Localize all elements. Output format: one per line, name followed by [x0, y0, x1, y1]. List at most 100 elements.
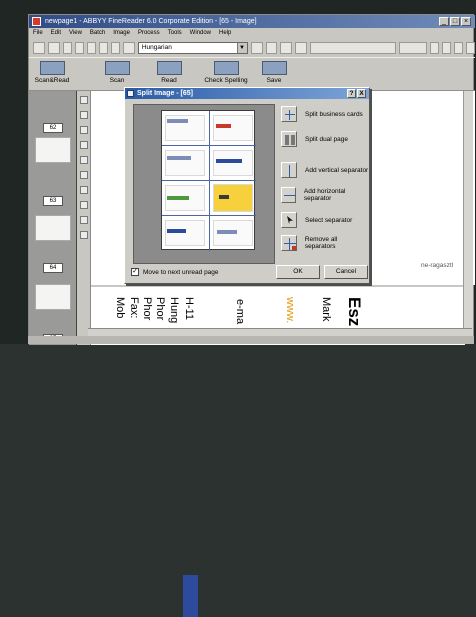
dialog-close-button[interactable]: X — [357, 89, 366, 98]
pen-tool-icon[interactable] — [80, 216, 88, 224]
font-select[interactable] — [310, 42, 397, 54]
table-area-tool-icon[interactable] — [80, 141, 88, 149]
window-titlebar[interactable]: newpage1 - ABBYY FineReader 6.0 Corporat… — [29, 15, 475, 28]
split-business-cards-action[interactable]: Split business cards — [281, 105, 363, 123]
italic-icon[interactable] — [442, 42, 452, 54]
menu-file[interactable]: File — [33, 28, 43, 39]
chevron-down-icon[interactable]: ▼ — [236, 43, 247, 53]
new-icon[interactable] — [33, 42, 45, 54]
add-horizontal-separator-button[interactable] — [281, 187, 296, 203]
dialog-titlebar[interactable]: Split Image - [65] ? X — [125, 88, 369, 99]
rotate-tool-icon[interactable] — [80, 171, 88, 179]
split-image-dialog: Split Image - [65] ? X Split business ca… — [124, 87, 370, 284]
select-tool-icon[interactable] — [80, 96, 88, 104]
menu-edit[interactable]: Edit — [51, 28, 61, 39]
split-business-cards-label: Split business cards — [305, 110, 363, 118]
add-horizontal-separator-action[interactable]: Add horizontal separator — [281, 186, 369, 204]
select-separator-action[interactable]: Select separator — [281, 211, 352, 229]
move-next-checkbox[interactable]: ✓ — [131, 268, 139, 276]
remove-all-separators-label: Remove all separators — [304, 236, 338, 250]
redo-icon[interactable] — [110, 42, 120, 54]
select-separator-button[interactable] — [281, 212, 297, 228]
ocr-line: Phor — [141, 297, 153, 321]
scanner-icon — [104, 61, 130, 75]
status-bar — [28, 336, 474, 344]
move-next-checkbox-row[interactable]: ✓ Move to next unread page — [131, 268, 219, 276]
cancel-button[interactable]: Cancel — [324, 265, 368, 279]
document-text: ne-ragasztl — [421, 262, 454, 269]
horizontal-separator[interactable] — [162, 180, 256, 181]
cut-icon[interactable] — [62, 42, 72, 54]
task-toolbar: Scan&Read Scan Read Check Spelling Save — [29, 57, 475, 91]
image-view-scrollbar[interactable] — [463, 91, 473, 285]
thumbnail-number: 64 — [43, 263, 63, 273]
underline-icon[interactable] — [454, 42, 464, 54]
menu-tools[interactable]: Tools — [168, 28, 182, 39]
view-image-icon[interactable] — [250, 42, 263, 54]
help-button[interactable]: ? — [347, 89, 356, 98]
preview-page[interactable] — [161, 110, 256, 251]
ocr-line: Mark — [320, 297, 332, 322]
close-button[interactable]: × — [461, 17, 471, 26]
view-text-icon[interactable] — [265, 42, 278, 54]
open-icon[interactable] — [47, 42, 60, 54]
bold-icon[interactable] — [430, 42, 440, 54]
language-icon[interactable] — [122, 42, 135, 54]
scan-read-icon — [39, 61, 65, 75]
thumbnail-page[interactable] — [35, 284, 71, 310]
undo-icon[interactable] — [98, 42, 108, 54]
vertical-separator[interactable] — [209, 111, 210, 251]
language-select[interactable]: Hungarian ▼ — [137, 42, 248, 54]
zoom-tool-icon[interactable] — [80, 156, 88, 164]
split-dual-page-label: Split dual page — [305, 135, 349, 143]
eraser-tool-icon[interactable] — [80, 186, 88, 194]
minimize-button[interactable]: _ — [439, 17, 449, 26]
split-dual-page-action[interactable]: Split dual page — [281, 130, 348, 148]
add-vertical-separator-action[interactable]: Add vertical separator — [281, 161, 368, 179]
business-card — [165, 150, 205, 176]
move-next-label: Move to next unread page — [143, 268, 219, 276]
ocr-line: Esz — [345, 297, 364, 327]
menu-window[interactable]: Window — [190, 28, 211, 39]
save-label: Save — [266, 77, 282, 84]
paste-icon[interactable] — [86, 42, 96, 54]
font-size-select[interactable] — [399, 42, 428, 54]
check-spelling-label: Check Spelling — [204, 77, 248, 84]
remove-all-separators-action[interactable]: Remove all separators — [281, 234, 369, 252]
copy-icon[interactable] — [74, 42, 84, 54]
thumbnail-page[interactable] — [35, 137, 71, 163]
hand-tool-icon[interactable] — [80, 201, 88, 209]
split-preview[interactable] — [133, 104, 275, 264]
view-zoom-icon[interactable] — [280, 42, 293, 54]
split-dual-page-button[interactable] — [281, 131, 297, 147]
horizontal-separator[interactable] — [162, 145, 256, 146]
picture-area-tool-icon[interactable] — [80, 126, 88, 134]
split-business-cards-button[interactable] — [281, 106, 297, 122]
scan-label: Scan — [109, 77, 125, 84]
view-pages-icon[interactable] — [295, 42, 308, 54]
menu-batch[interactable]: Batch — [90, 28, 105, 39]
ok-button[interactable]: OK — [276, 265, 320, 279]
read-label: Read — [161, 77, 177, 84]
document-thumbnails-panel: 62 63 64 65 — [29, 91, 77, 345]
add-vertical-separator-button[interactable] — [281, 162, 297, 178]
thumbnail-page[interactable] — [35, 215, 71, 241]
maximize-button[interactable]: □ — [450, 17, 460, 26]
menu-view[interactable]: View — [69, 28, 82, 39]
scan-read-button[interactable]: Scan&Read — [31, 58, 73, 92]
card-line — [216, 124, 231, 128]
ocr-line: H-11 — [183, 297, 195, 321]
menu-image[interactable]: Image — [113, 28, 130, 39]
bookmark-tool-icon[interactable] — [80, 231, 88, 239]
text-area-tool-icon[interactable] — [80, 111, 88, 119]
remove-all-separators-button[interactable] — [281, 235, 297, 251]
menu-help[interactable]: Help — [219, 28, 231, 39]
card-line — [219, 195, 229, 199]
menu-process[interactable]: Process — [138, 28, 160, 39]
card-line — [167, 156, 191, 160]
paragraph-icon[interactable] — [466, 42, 476, 54]
card-line — [167, 229, 186, 233]
ocr-line: Hung — [168, 297, 180, 324]
horizontal-separator[interactable] — [162, 215, 256, 216]
ocr-line: Fax: — [128, 297, 140, 319]
